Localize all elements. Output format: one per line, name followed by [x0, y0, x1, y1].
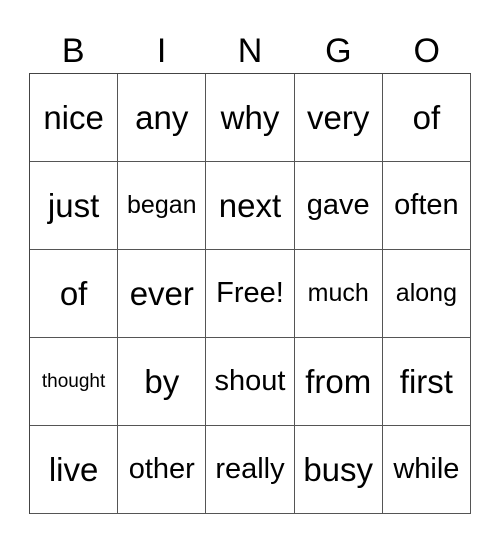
- bingo-cell: very: [294, 74, 383, 162]
- bingo-cell: by: [118, 338, 207, 426]
- bingo-cell: often: [382, 162, 471, 250]
- bingo-cell: of: [30, 250, 119, 338]
- free-space: Free!: [206, 250, 295, 338]
- bingo-cell: really: [206, 426, 295, 514]
- bingo-grid: nice any why very of just began next gav…: [29, 73, 471, 514]
- bingo-cell: while: [382, 426, 471, 514]
- header-letter-b: B: [61, 32, 85, 70]
- bingo-cell: along: [382, 250, 471, 338]
- bingo-header: B I N G O: [29, 30, 471, 73]
- bingo-cell: gave: [294, 162, 383, 250]
- bingo-cell: live: [30, 426, 119, 514]
- header-letter-i: I: [156, 32, 167, 70]
- bingo-cell: busy: [294, 426, 383, 514]
- bingo-cell: other: [118, 426, 207, 514]
- bingo-cell: thought: [30, 338, 119, 426]
- header-letter-o: O: [413, 32, 440, 70]
- bingo-cell: ever: [118, 250, 207, 338]
- bingo-cell: just: [30, 162, 119, 250]
- bingo-cell: first: [382, 338, 471, 426]
- bingo-cell: of: [382, 74, 471, 162]
- bingo-cell: why: [206, 74, 295, 162]
- bingo-cell: began: [118, 162, 207, 250]
- bingo-cell: from: [294, 338, 383, 426]
- bingo-cell: nice: [30, 74, 119, 162]
- bingo-cell: next: [206, 162, 295, 250]
- header-letter-g: G: [325, 32, 352, 70]
- bingo-cell: any: [118, 74, 207, 162]
- bingo-cell: much: [294, 250, 383, 338]
- bingo-cell: shout: [206, 338, 295, 426]
- header-letter-n: N: [237, 32, 263, 70]
